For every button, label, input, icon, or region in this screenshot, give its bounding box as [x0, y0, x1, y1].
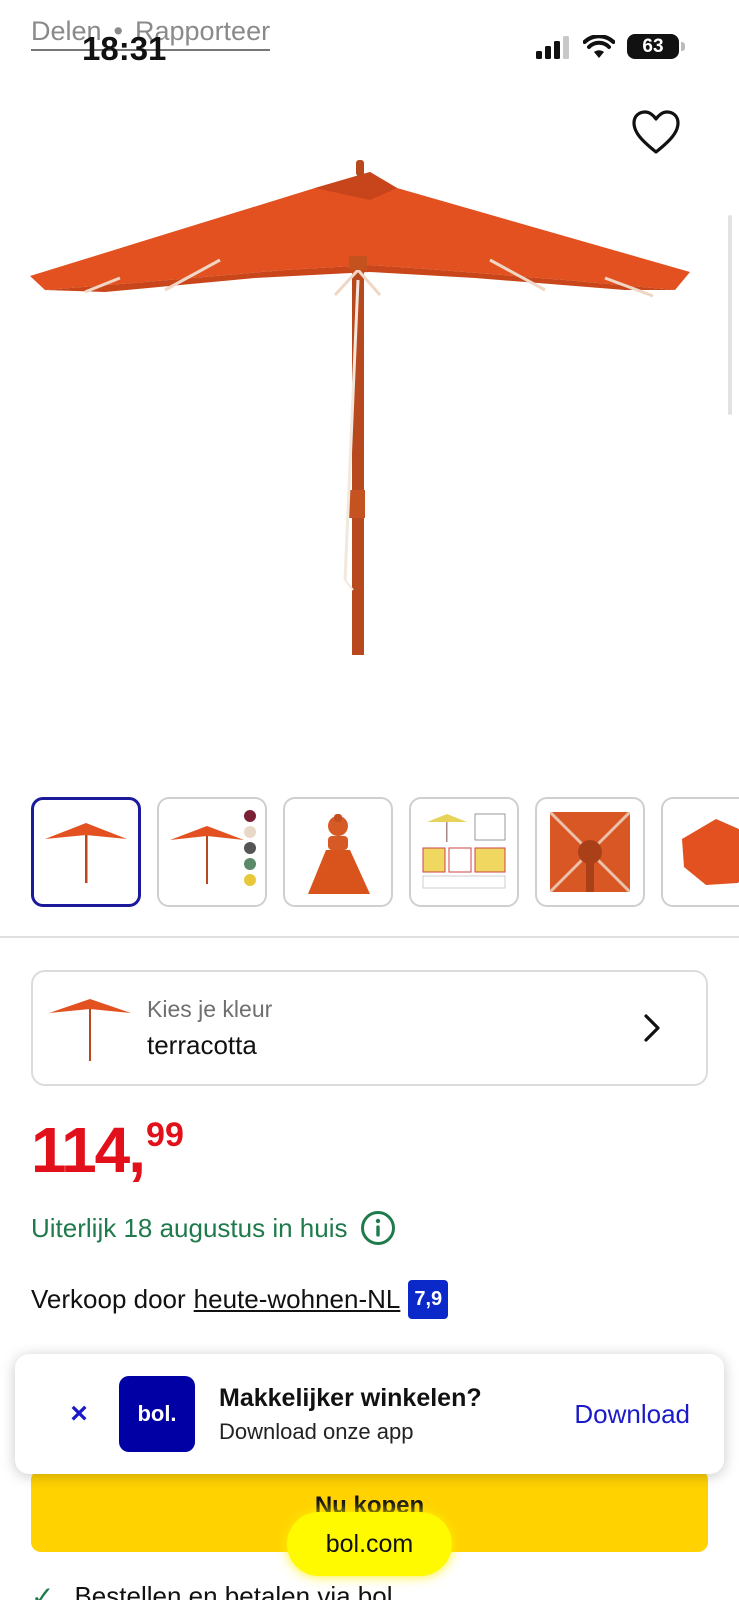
color-text: Kies je kleur terracotta — [147, 996, 640, 1061]
chevron-right-icon — [644, 1014, 660, 1042]
feature-line: ✓ Bestellen en betalen via bol — [31, 1580, 392, 1600]
seller-link[interactable]: heute-wohnen-NL — [194, 1284, 401, 1315]
info-icon[interactable] — [360, 1210, 396, 1246]
status-icons: 63 — [535, 34, 685, 59]
seller-prefix: Verkoop door — [31, 1284, 186, 1314]
thumbnail-2[interactable] — [157, 797, 267, 907]
clock: 18:31 — [82, 30, 167, 67]
browser-url-pill[interactable]: bol.com — [287, 1512, 452, 1576]
scroll-indicator — [728, 215, 732, 415]
app-download-banner: × bol. Makkelijker winkelen? Download on… — [15, 1354, 724, 1474]
price-cents: 99 — [146, 1116, 184, 1154]
thumbnail-1[interactable] — [31, 797, 141, 907]
banner-subtitle: Download onze app — [219, 1418, 414, 1444]
price-euros: 114, — [31, 1114, 146, 1186]
umbrella-colors-thumb-icon — [170, 810, 256, 886]
wifi-icon — [583, 34, 615, 58]
close-banner-button[interactable]: × — [59, 1397, 99, 1431]
bol-logo: bol. — [119, 1376, 195, 1452]
color-label: Kies je kleur — [147, 995, 273, 1022]
umbrella-topview-thumb-icon — [682, 819, 739, 885]
banner-title: Makkelijker winkelen? — [219, 1383, 482, 1412]
seller-info: Verkoop door heute-wohnen-NL 7,9 — [31, 1280, 449, 1319]
check-icon: ✓ — [31, 1581, 55, 1600]
signal-icon — [536, 35, 569, 59]
delivery-info: Uiterlijk 18 augustus in huis — [31, 1210, 396, 1246]
battery-indicator: 63 — [627, 34, 685, 59]
color-thumb-umbrella-icon — [49, 999, 131, 1061]
price: 114, 99 — [31, 1118, 184, 1182]
delivery-text: Uiterlijk 18 augustus in huis — [31, 1212, 348, 1243]
seller-score-badge: 7,9 — [408, 1280, 449, 1319]
thumbnail-6[interactable] — [661, 797, 739, 907]
umbrella-thumb-icon — [45, 823, 127, 883]
product-image-umbrella[interactable] — [25, 160, 715, 680]
favorite-heart-icon[interactable] — [631, 108, 681, 158]
thumbnail-3[interactable] — [283, 797, 393, 907]
thumbnail-5[interactable] — [535, 797, 645, 907]
thumbnail-strip — [31, 797, 739, 907]
umbrella-finial-thumb-icon — [308, 814, 370, 894]
color-picker[interactable]: Kies je kleur terracotta — [31, 970, 708, 1086]
feature-text: Bestellen en betalen via bol — [74, 1581, 393, 1600]
status-bar: Delen • Rapporteer 18:31 63 — [0, 0, 739, 90]
umbrella-ribs-thumb-icon — [550, 812, 630, 892]
section-divider — [0, 936, 739, 938]
color-value: terracotta — [147, 1029, 257, 1060]
umbrella-instructions-thumb-icon — [422, 813, 506, 889]
download-app-link[interactable]: Download — [574, 1399, 690, 1430]
thumbnail-4[interactable] — [409, 797, 519, 907]
banner-text: Makkelijker winkelen? Download onze app — [219, 1384, 574, 1445]
